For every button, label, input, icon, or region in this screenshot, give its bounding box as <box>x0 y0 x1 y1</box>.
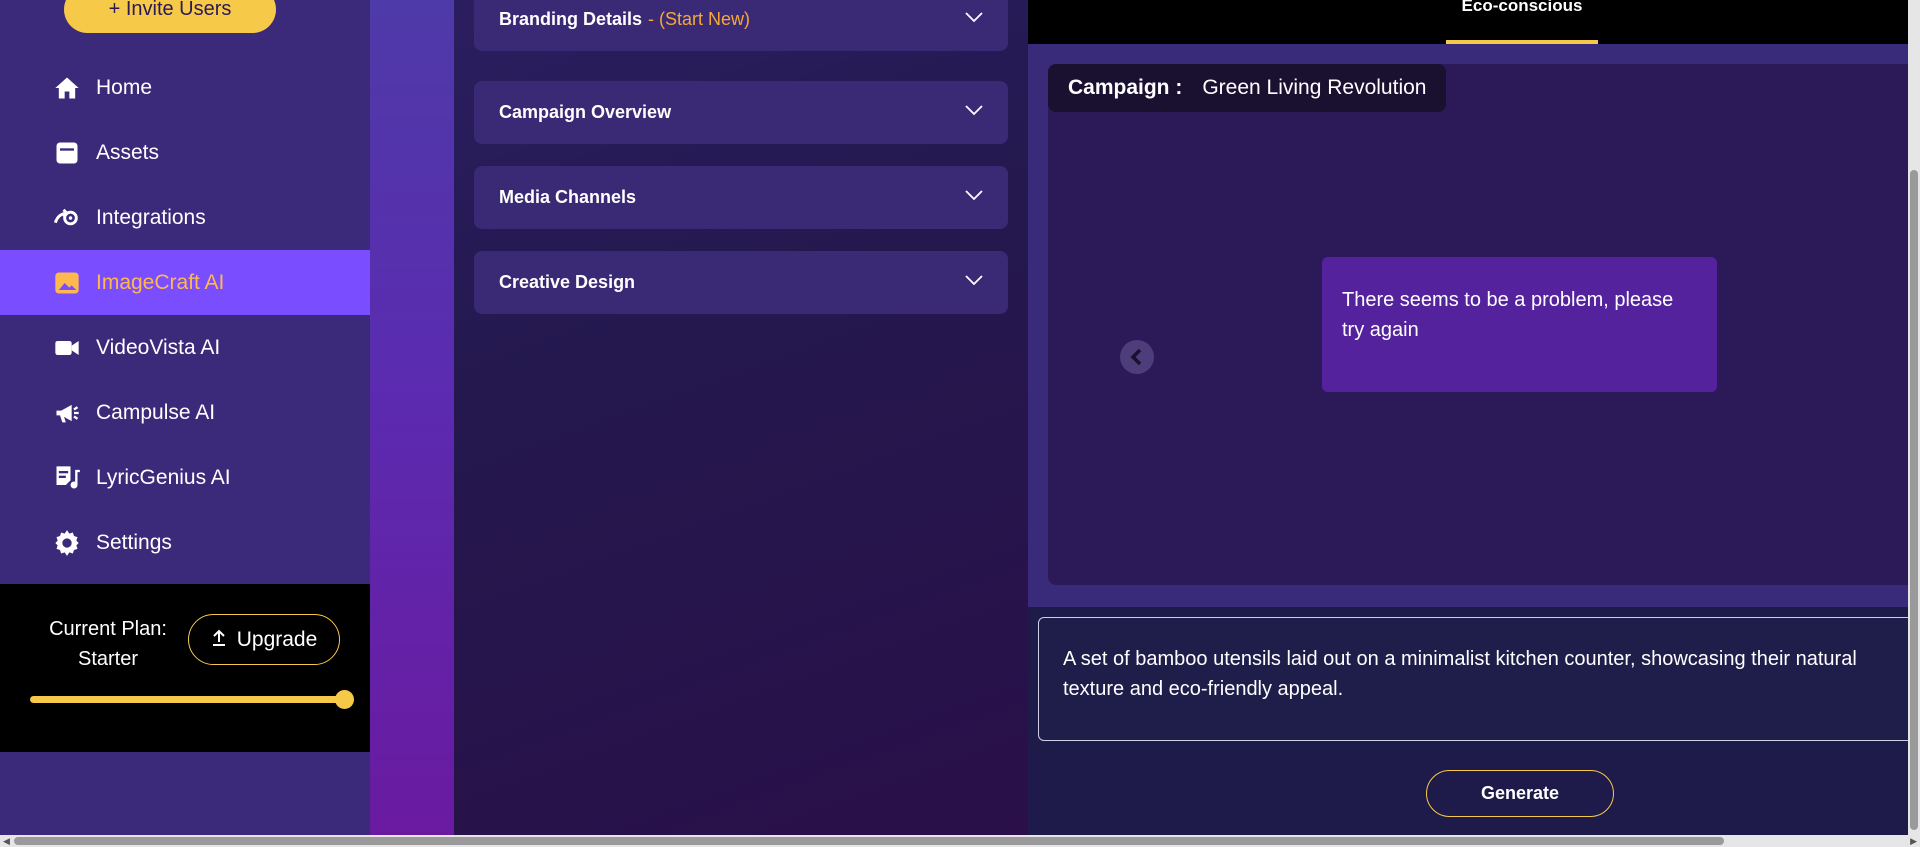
campaign-label: Campaign : <box>1068 76 1183 99</box>
sidebar-item-integrations[interactable]: Integrations <box>0 185 370 250</box>
accordion-branding-details[interactable]: Branding Details - (Start New) <box>474 0 1008 51</box>
scroll-right-icon[interactable]: ▶ <box>1910 836 1917 847</box>
accordion-title: Campaign Overview <box>499 102 672 122</box>
upgrade-button[interactable]: Upgrade <box>188 614 340 665</box>
vertical-scrollbar[interactable] <box>1908 0 1920 835</box>
sidebar-item-label: Assets <box>96 140 160 164</box>
upload-arrow-icon <box>211 628 227 652</box>
megaphone-icon <box>52 398 82 428</box>
chevron-down-icon <box>965 105 983 116</box>
carousel-prev-button[interactable] <box>1120 340 1154 374</box>
video-icon <box>52 333 82 363</box>
lyrics-icon <box>52 463 82 493</box>
plan-usage-slider[interactable] <box>30 690 354 709</box>
campaign-name-pill: Campaign : Green Living Revolution <box>1048 64 1447 112</box>
invite-users-button[interactable]: + Invite Users <box>64 0 276 33</box>
current-plan-label: Current Plan: Starter <box>49 618 167 670</box>
chevron-down-icon <box>965 190 983 201</box>
prompt-textarea[interactable]: A set of bamboo utensils laid out on a m… <box>1038 617 1918 741</box>
chevron-down-icon <box>965 12 983 23</box>
plan-usage-thumb[interactable] <box>335 690 354 709</box>
generate-button[interactable]: Generate <box>1426 770 1614 817</box>
preview-card: Campaign : Green Living Revolution There… <box>1048 64 1908 585</box>
plan-panel: Current Plan: Starter Upgrade <box>0 584 370 752</box>
sidebar-item-label: ImageCraft AI <box>96 270 225 294</box>
sidebar-item-label: Settings <box>96 530 172 554</box>
vertical-scrollbar-thumb[interactable] <box>1910 170 1918 830</box>
accordion-title: Media Channels <box>499 187 637 207</box>
sidebar-item-videovista[interactable]: VideoVista AI <box>0 315 370 380</box>
accordion-campaign-overview[interactable]: Campaign Overview <box>474 81 1008 144</box>
preview-panel: Eco-conscious Campaign : Green Living Re… <box>1028 0 1918 847</box>
campaign-form-panel: Branding Details - (Start New) Campaign … <box>454 0 1028 847</box>
assets-icon <box>52 138 82 168</box>
chevron-left-icon <box>1130 348 1142 366</box>
sidebar-item-label: Home <box>96 75 153 99</box>
horizontal-scrollbar-thumb[interactable] <box>14 837 1724 845</box>
horizontal-scrollbar[interactable]: ◀ ▶ <box>0 835 1920 847</box>
preview-area: Campaign : Green Living Revolution There… <box>1028 44 1908 607</box>
gear-icon <box>52 528 82 558</box>
sidebar-nav: Home Assets Integrations ImageCraft AI V… <box>0 55 370 575</box>
sidebar: + Invite Users Home Assets Integrations … <box>0 0 370 847</box>
sidebar-item-label: Integrations <box>96 205 206 229</box>
start-new-link[interactable]: - (Start New) <box>648 9 750 30</box>
chevron-down-icon <box>965 275 983 286</box>
sidebar-item-assets[interactable]: Assets <box>0 120 370 185</box>
campaign-name: Green Living Revolution <box>1202 76 1427 99</box>
sidebar-item-campulse[interactable]: Campulse AI <box>0 380 370 445</box>
sidebar-item-label: Campulse AI <box>96 400 216 424</box>
accordion-title: Creative Design <box>499 272 636 292</box>
tab-eco-conscious[interactable]: Eco-conscious <box>1446 0 1598 44</box>
accordion-creative-design[interactable]: Creative Design <box>474 251 1008 314</box>
tone-tab-bar: Eco-conscious <box>1028 0 1908 44</box>
decorative-gradient-strip <box>370 0 454 847</box>
integrations-icon <box>52 203 82 233</box>
error-message: There seems to be a problem, please try … <box>1322 257 1717 392</box>
sidebar-item-label: VideoVista AI <box>96 335 221 359</box>
accordion-media-channels[interactable]: Media Channels <box>474 166 1008 229</box>
scroll-left-icon[interactable]: ◀ <box>3 836 10 847</box>
accordion-title: Branding Details <box>499 9 643 29</box>
image-icon <box>52 268 82 298</box>
sidebar-item-imagecraft[interactable]: ImageCraft AI <box>0 250 370 315</box>
sidebar-item-label: LyricGenius AI <box>96 465 231 489</box>
plan-usage-track <box>30 696 344 703</box>
sidebar-item-settings[interactable]: Settings <box>0 510 370 575</box>
home-icon <box>52 73 82 103</box>
sidebar-item-home[interactable]: Home <box>0 55 370 120</box>
sidebar-item-lyricgenius[interactable]: LyricGenius AI <box>0 445 370 510</box>
